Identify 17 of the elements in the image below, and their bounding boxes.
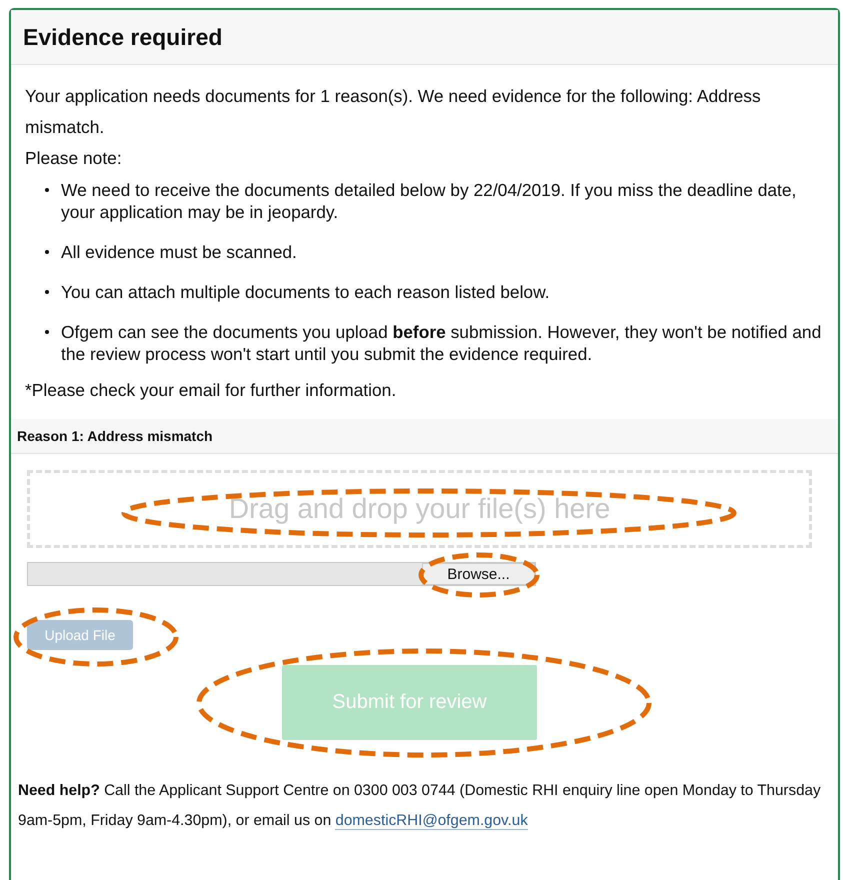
bullet-icon	[45, 250, 49, 254]
note-text: You can attach multiple documents to each reason listed below.	[61, 281, 550, 303]
note-text: Ofgem can see the documents you upload before submission. However, they won't be notified and the review process won't start until you submit the evidence required.	[61, 321, 822, 365]
email-link[interactable]: domesticRHI@ofgem.gov.uk	[335, 812, 528, 830]
note-heading: Please note:	[25, 147, 123, 169]
file-input[interactable]: Browse...	[27, 562, 536, 586]
bullet-icon	[45, 290, 49, 294]
browse-button[interactable]: Browse...	[422, 563, 535, 585]
bullet-icon	[45, 188, 49, 192]
email-note: *Please check your email for further information.	[25, 379, 398, 401]
note-text: All evidence must be scanned.	[61, 241, 297, 263]
bullet-icon	[45, 330, 49, 334]
note-text: We need to receive the documents detailed below by 22/04/2019. If you miss the deadline date, your application may be in jeopardy.	[61, 179, 798, 223]
reason-heading: Reason 1: Address mismatch	[17, 428, 213, 444]
panel-title: Evidence required	[23, 24, 222, 50]
help-text: Need help? Call the Applicant Support Centre on 0300 003 0744 (Domestic RHI enquiry line open Monday to Thursday 9am-5pm, Friday 9am-4.30pm), or email us on domesticRHI@ofgem.gov.uk	[18, 781, 822, 832]
intro-text: Your application needs documents for 1 reason(s). We need evidence for the following: Address mismatch.	[25, 85, 762, 139]
